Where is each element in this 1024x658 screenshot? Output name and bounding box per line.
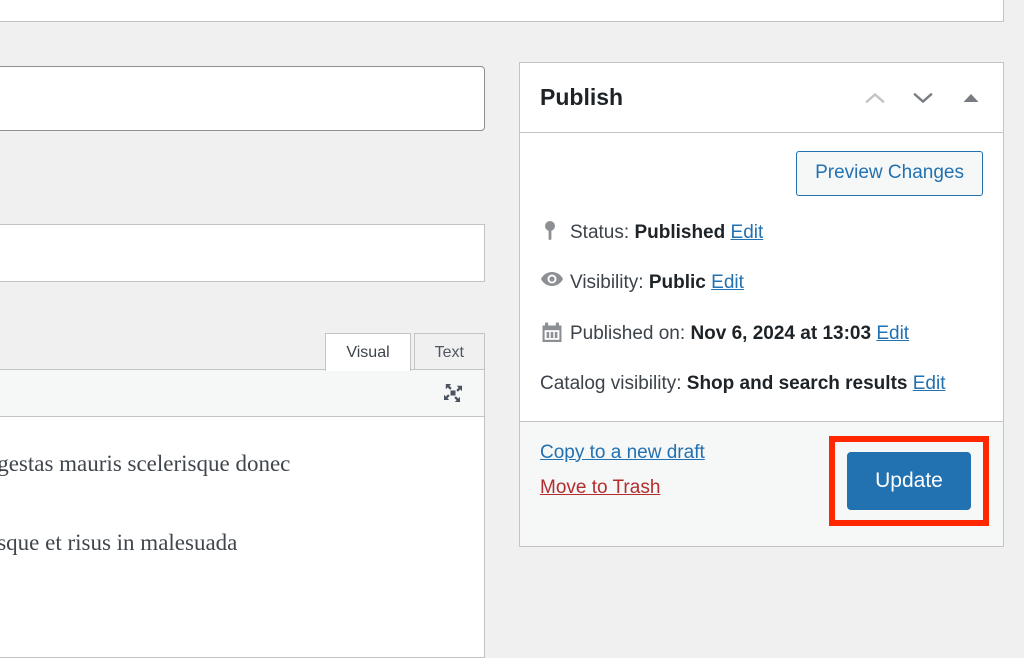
catalog-visibility-text: Catalog visibility: Shop and search resu… [540, 369, 983, 398]
editor-toolbar [0, 369, 485, 417]
publish-footer: Copy to a new draft Move to Trash Update [520, 420, 1003, 546]
published-on-edit-link[interactable]: Edit [876, 323, 909, 344]
editor-mode-tabs: Visual Text [325, 331, 485, 371]
editor-content-area[interactable]: egestas mauris scelerisque donec esque e… [0, 417, 485, 658]
content-paragraph: esque et risus in malesuada [0, 529, 238, 555]
tab-text-label: Text [434, 343, 464, 361]
catalog-visibility-edit-link[interactable]: Edit [913, 373, 946, 394]
published-on-value: Nov 6, 2024 at 13:03 [690, 322, 872, 344]
pin-icon [540, 218, 570, 244]
visibility-text: Visibility: Public Edit [570, 268, 983, 297]
tab-visual-label: Visual [346, 343, 390, 361]
tab-visual[interactable]: Visual [325, 333, 411, 371]
status-text: Status: Published Edit [570, 218, 983, 247]
fullscreen-expand-icon[interactable] [440, 380, 466, 406]
publish-title: Publish [540, 84, 624, 110]
visibility-value: Public [648, 272, 706, 294]
preview-changes-button[interactable]: Preview Changes [796, 151, 983, 196]
chevron-up-icon[interactable] [861, 84, 889, 112]
visibility-row: Visibility: Public Edit [540, 268, 983, 297]
calendar-icon [540, 319, 570, 345]
catalog-visibility-row: Catalog visibility: Shop and search resu… [540, 369, 983, 398]
catalog-visibility-label: Catalog visibility: [540, 373, 682, 395]
published-on-label: Published on: [570, 322, 686, 344]
status-label: Status: [570, 221, 630, 243]
editor-column: Visual Text egestas mauris scelerisque d… [0, 22, 486, 658]
metabox-header-controls [861, 84, 985, 112]
copy-to-new-draft-link[interactable]: Copy to a new draft [540, 442, 705, 464]
publish-header: Publish [520, 63, 1003, 133]
publish-metabox: Publish Preview Changes Status: Publishe… [519, 62, 1004, 547]
editor-upper-panel [0, 224, 485, 282]
footer-links: Copy to a new draft Move to Trash [540, 440, 829, 499]
top-panel-edge [0, 0, 1004, 22]
move-to-trash-link[interactable]: Move to Trash [540, 477, 660, 499]
content-editor: Visual Text egestas mauris scelerisque d… [0, 282, 485, 658]
content-paragraph: egestas mauris scelerisque donec [0, 451, 291, 476]
update-button[interactable]: Update [847, 451, 971, 510]
status-edit-link[interactable]: Edit [731, 222, 764, 243]
visibility-edit-link[interactable]: Edit [711, 272, 744, 293]
chevron-down-icon[interactable] [909, 84, 937, 112]
update-button-zone: Update [829, 435, 989, 526]
catalog-visibility-value: Shop and search results [686, 373, 908, 395]
published-on-text: Published on: Nov 6, 2024 at 13:03 Edit [570, 319, 983, 348]
eye-icon [540, 268, 570, 288]
tab-text[interactable]: Text [413, 333, 485, 371]
post-title-input[interactable] [0, 66, 485, 131]
preview-row: Preview Changes [540, 151, 983, 196]
status-value: Published [634, 221, 726, 243]
visibility-label: Visibility: [570, 272, 644, 294]
published-on-row: Published on: Nov 6, 2024 at 13:03 Edit [540, 319, 983, 348]
status-row: Status: Published Edit [540, 218, 983, 247]
triangle-up-icon[interactable] [957, 84, 985, 112]
publish-body: Preview Changes Status: Published Edit V… [520, 133, 1003, 421]
